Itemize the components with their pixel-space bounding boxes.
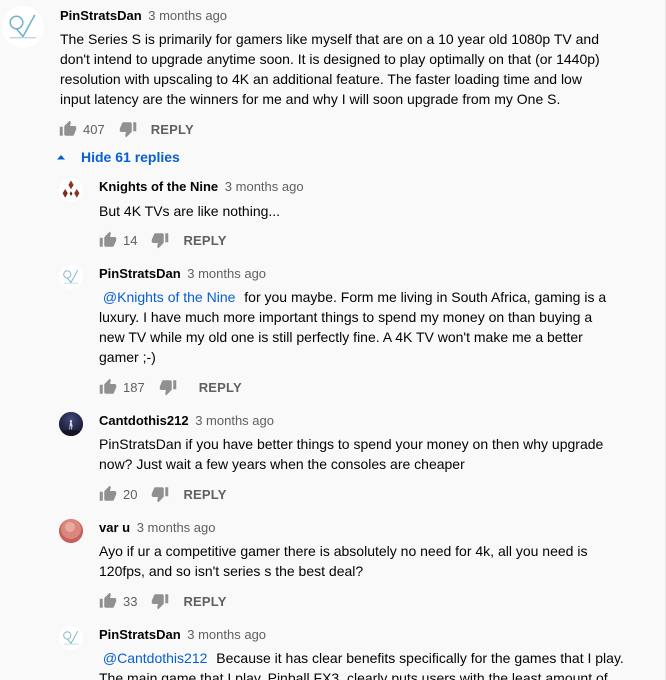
reply-comment: PinStratsDan 3 months ago @Knights of th… bbox=[0, 257, 666, 407]
comment-thread: PinStratsDan 3 months ago The Series S i… bbox=[0, 0, 666, 680]
comment-actions: 187 REPLY bbox=[99, 377, 242, 397]
comment-actions: 33 REPLY bbox=[99, 591, 227, 611]
author-name[interactable]: Knights of the Nine bbox=[99, 179, 218, 194]
author-name[interactable]: PinStratsDan bbox=[99, 266, 181, 281]
like-count: 187 bbox=[123, 379, 145, 395]
reply-comment: Cantdothis212 3 months ago PinStratsDan … bbox=[0, 404, 666, 514]
comment-text-line: The Series S is primarily for gamers lik… bbox=[60, 31, 599, 47]
comment-text-line: now? Just wait a few years when the cons… bbox=[99, 456, 465, 472]
timestamp[interactable]: 3 months ago bbox=[225, 179, 304, 194]
like-count: 33 bbox=[123, 593, 138, 609]
hide-replies-label: Hide 61 replies bbox=[81, 149, 180, 165]
comment-text: @Knights of the Nine for you maybe. Form… bbox=[99, 287, 606, 367]
mention-link[interactable]: @Cantdothis212 bbox=[103, 650, 208, 666]
comment-text: The Series S is primarily for gamers lik… bbox=[60, 29, 600, 109]
comment-text-line: @Knights of the Nine for you maybe. Form… bbox=[99, 287, 606, 307]
mention-link[interactable]: @Knights of the Nine bbox=[103, 289, 236, 305]
comment-header: var u 3 months ago bbox=[99, 519, 215, 537]
reply-button[interactable]: REPLY bbox=[183, 487, 226, 502]
comment-actions: 20 REPLY bbox=[99, 484, 227, 504]
author-name[interactable]: Cantdothis212 bbox=[99, 413, 189, 428]
comment-header: PinStratsDan 3 months ago bbox=[99, 626, 266, 644]
reply-button[interactable]: REPLY bbox=[151, 122, 194, 137]
hide-replies-button[interactable]: Hide 61 replies bbox=[56, 147, 180, 167]
comment-text: Ayo if ur a competitive gamer there is a… bbox=[99, 541, 587, 581]
comment-text-line: The main game that I play, Pinball FX3, … bbox=[99, 670, 608, 680]
comment-text-segment: Because it has clear benefits specifical… bbox=[216, 650, 624, 666]
comment-text-line: new TV while my old one is still perfect… bbox=[99, 329, 583, 345]
comment-text-line: luxury. I have much more important thing… bbox=[99, 309, 593, 325]
comment-text-line: Ayo if ur a competitive gamer there is a… bbox=[99, 543, 588, 559]
comment-actions: 14 REPLY bbox=[99, 230, 227, 250]
author-name[interactable]: PinStratsDan bbox=[60, 8, 142, 23]
thumbs-down-icon[interactable] bbox=[151, 485, 169, 503]
thumbs-down-icon[interactable] bbox=[151, 231, 169, 249]
like-count: 407 bbox=[83, 121, 105, 137]
author-name[interactable]: var u bbox=[99, 520, 130, 535]
comment-text-line: gamer ;-) bbox=[99, 349, 156, 365]
like-count: 14 bbox=[123, 232, 138, 248]
timestamp[interactable]: 3 months ago bbox=[195, 413, 274, 428]
thumbs-up-icon[interactable] bbox=[99, 592, 117, 610]
comment-text-line: @Cantdothis212 Because it has clear bene… bbox=[99, 648, 624, 668]
rose-gradient-avatar-icon[interactable] bbox=[59, 519, 83, 543]
caret-up-icon bbox=[56, 152, 66, 162]
night-figure-avatar-icon[interactable] bbox=[59, 412, 83, 436]
pinstratsdan-logo-icon[interactable] bbox=[59, 626, 83, 650]
timestamp[interactable]: 3 months ago bbox=[148, 8, 227, 23]
author-name[interactable]: PinStratsDan bbox=[99, 627, 181, 642]
comment-actions: 407 REPLY bbox=[59, 119, 194, 139]
thumbs-up-icon[interactable] bbox=[99, 485, 117, 503]
timestamp[interactable]: 3 months ago bbox=[137, 520, 216, 535]
comment-text: But 4K TVs are like nothing... bbox=[99, 201, 280, 221]
comment-text-segment: for you maybe. Form me living in South A… bbox=[244, 289, 607, 305]
thumbs-up-icon[interactable] bbox=[99, 231, 117, 249]
thumbs-up-icon[interactable] bbox=[99, 378, 117, 396]
knights-diamond-logo-icon[interactable] bbox=[59, 178, 83, 202]
timestamp[interactable]: 3 months ago bbox=[187, 266, 266, 281]
reply-comment: Knights of the Nine 3 months ago But 4K … bbox=[0, 170, 666, 260]
thumbs-up-icon[interactable] bbox=[59, 120, 77, 138]
top-comment: PinStratsDan 3 months ago The Series S i… bbox=[0, 0, 666, 145]
reply-button[interactable]: REPLY bbox=[183, 233, 226, 248]
comment-text-line: 120fps, and so isn't series s the best d… bbox=[99, 563, 364, 579]
comment-text-line: PinStratsDan if you have better things t… bbox=[99, 436, 604, 452]
comment-header: Cantdothis212 3 months ago bbox=[99, 412, 274, 430]
comment-text: @Cantdothis212 Because it has clear bene… bbox=[99, 648, 624, 680]
reply-comment: PinStratsDan 3 months ago @Cantdothis212… bbox=[0, 618, 666, 680]
reply-button[interactable]: REPLY bbox=[183, 594, 226, 609]
reply-button[interactable]: REPLY bbox=[199, 380, 242, 395]
pinstratsdan-logo-icon[interactable] bbox=[59, 265, 83, 289]
comment-header: PinStratsDan 3 months ago bbox=[99, 265, 266, 283]
comment-text-line: don't intend to upgrade anytime soon. It… bbox=[60, 51, 600, 67]
thumbs-down-icon[interactable] bbox=[119, 120, 137, 138]
comment-text-line: resolution with upscaling to 4K an addit… bbox=[60, 71, 582, 87]
pinstratsdan-logo-icon[interactable] bbox=[2, 6, 44, 48]
comment-text-line: input latency are the winners for me and… bbox=[60, 91, 561, 107]
thumbs-down-icon[interactable] bbox=[151, 592, 169, 610]
comment-header: Knights of the Nine 3 months ago bbox=[99, 178, 304, 196]
like-count: 20 bbox=[123, 486, 138, 502]
thumbs-down-icon[interactable] bbox=[159, 378, 177, 396]
timestamp[interactable]: 3 months ago bbox=[187, 627, 266, 642]
comment-header: PinStratsDan 3 months ago bbox=[60, 7, 227, 25]
comment-text: PinStratsDan if you have better things t… bbox=[99, 434, 603, 474]
reply-comment: var u 3 months ago Ayo if ur a competiti… bbox=[0, 511, 666, 621]
comment-text-line: But 4K TVs are like nothing... bbox=[99, 203, 281, 219]
